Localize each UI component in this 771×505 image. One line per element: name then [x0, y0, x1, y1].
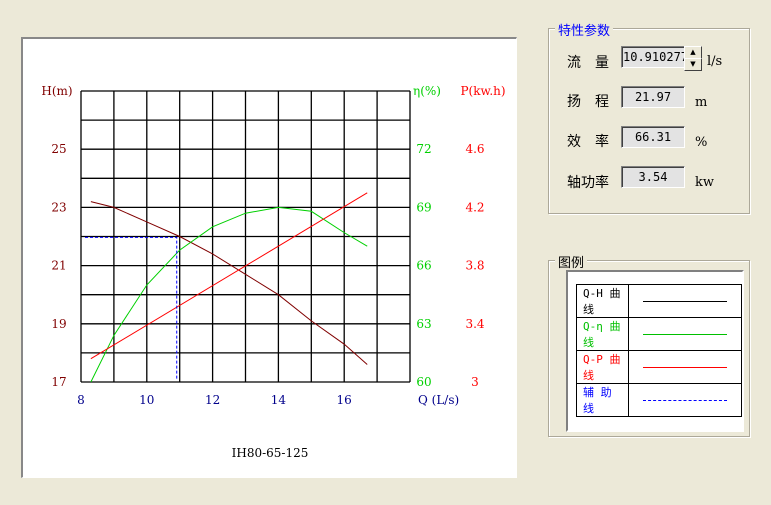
p-tick-label: 3.8 — [465, 259, 484, 273]
legend-row: Q-P 曲线 — [576, 350, 742, 384]
eff-value: 66.31 — [621, 126, 685, 148]
legend-swatch — [628, 350, 742, 384]
h-tick-label: 19 — [51, 317, 66, 331]
p-tick-label: 4.2 — [465, 200, 484, 214]
h-tick-label: 23 — [51, 200, 66, 214]
x-axis-label: Q (L/s) — [418, 393, 459, 407]
h-tick-label: 21 — [51, 259, 66, 273]
p-tick-label: 4.6 — [465, 142, 484, 156]
legend-label: Q-P 曲线 — [576, 350, 629, 384]
eff-tick-label: 69 — [416, 200, 431, 214]
flow-input[interactable]: 10.910277 — [621, 46, 686, 68]
legend-label: Q-H 曲线 — [576, 284, 629, 318]
p-tick-label: 3 — [471, 375, 479, 389]
spin-down-icon[interactable]: ▼ — [684, 58, 702, 71]
p-axis-label: P(kw.h) — [460, 84, 505, 98]
head-value: 21.97 — [621, 86, 685, 108]
h-tick-label: 17 — [51, 375, 66, 389]
eff-tick-label: 66 — [416, 259, 431, 273]
power-value: 3.54 — [621, 166, 685, 188]
x-tick-label: 10 — [139, 393, 154, 407]
aux-line — [85, 236, 178, 379]
x-tick-label: 8 — [77, 393, 85, 407]
head-unit: m — [695, 95, 708, 110]
legend-label: Q-η 曲线 — [576, 317, 629, 351]
chart-title: IH80-65-125 — [232, 446, 309, 460]
legend-swatch — [628, 383, 742, 417]
eff-tick-label: 60 — [416, 375, 431, 389]
power-unit: kw — [695, 175, 715, 190]
head-label: 扬 程 — [567, 94, 609, 110]
legend-box: Q-H 曲线 Q-η 曲线 Q-P 曲线辅 助 线 — [566, 270, 744, 432]
flow-unit: l/s — [707, 54, 723, 69]
x-tick-label: 12 — [205, 393, 220, 407]
series-line-Q-P — [90, 192, 368, 360]
legend-row: Q-η 曲线 — [576, 317, 742, 351]
params-group: 特性参数 流 量 10.910277 ▲ ▼ l/s 扬 程 21.97 m 效… — [548, 20, 750, 214]
legend-row: 辅 助 线 — [576, 383, 742, 417]
eff-tick-label: 63 — [416, 317, 431, 331]
legend-title: 图例 — [555, 252, 588, 271]
legend-swatch — [628, 317, 742, 351]
legend-swatch — [628, 284, 742, 318]
h-tick-label: 25 — [51, 142, 66, 156]
x-tick-label: 14 — [271, 393, 287, 407]
eff-axis-label: η(%) — [413, 84, 441, 98]
params-title: 特性参数 — [555, 20, 614, 39]
legend-row: Q-H 曲线 — [576, 284, 742, 318]
chart-panel: 8 10 12 14 16 Q (L/s) 17 19 21 23 25 H(m) 60 63 66 69 72… — [21, 37, 517, 478]
power-label: 轴功率 — [567, 175, 609, 191]
x-tick-label: 16 — [337, 393, 352, 407]
eff-label: 效 率 — [567, 134, 609, 150]
performance-chart: 8 10 12 14 16 Q (L/s) 17 19 21 23 25 H(m) 60 63 66 69 72… — [41, 84, 505, 460]
h-axis-label: H(m) — [41, 84, 72, 98]
eff-tick-label: 72 — [416, 142, 431, 156]
flow-label: 流 量 — [567, 55, 609, 71]
legend-label: 辅 助 线 — [576, 383, 629, 417]
eff-unit: % — [695, 135, 708, 150]
series-line-Q-H — [90, 201, 368, 365]
p-tick-label: 3.4 — [465, 317, 484, 331]
